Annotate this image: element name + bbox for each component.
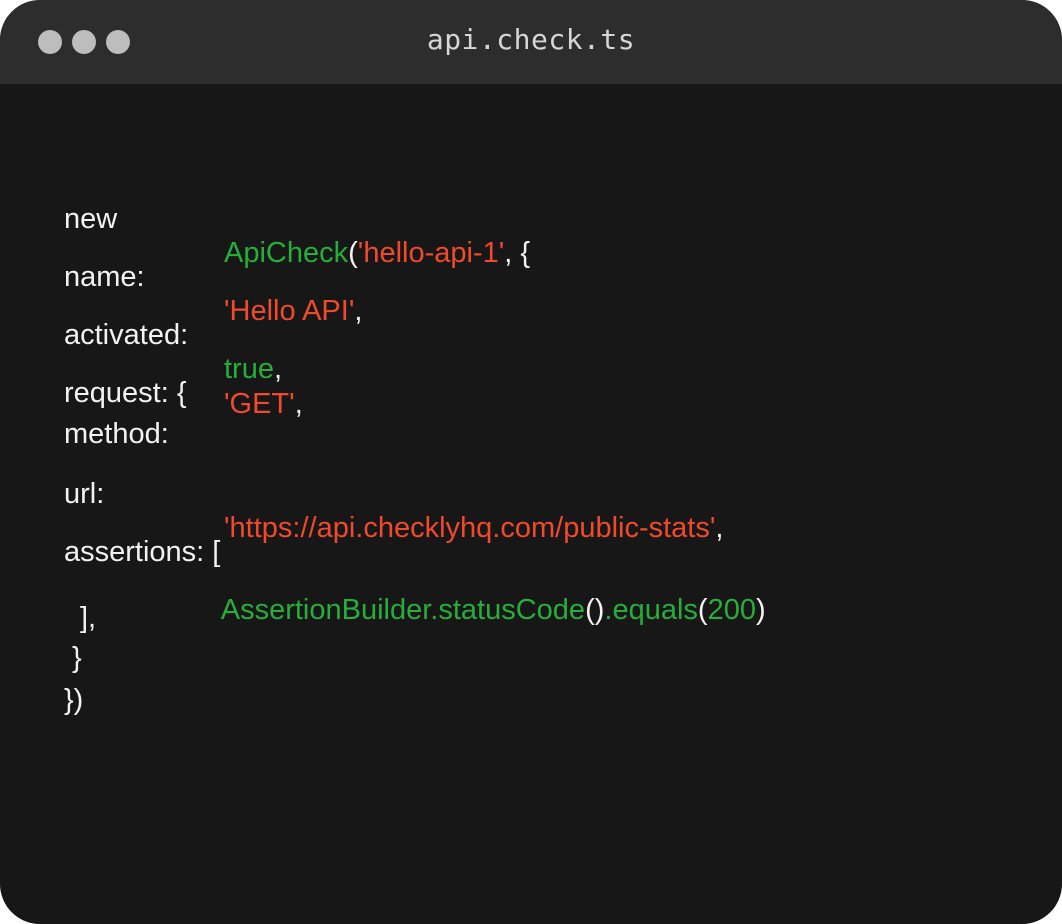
punctuation: , — [294, 388, 303, 420]
property-value: 'Hello API', — [224, 294, 362, 328]
code-line-8: AssertionBuilder.statusCode().equals(200… — [174, 559, 766, 661]
string-literal: 'Hello API' — [224, 295, 355, 327]
punctuation: , — [715, 512, 724, 544]
property-value: 'https://api.checklyhq.com/public-stats'… — [224, 511, 723, 545]
code-line-10: } — [72, 642, 82, 674]
function-name: ApiCheck — [224, 237, 349, 269]
open-paren: ( — [697, 594, 708, 626]
string-literal: 'https://api.checklyhq.com/public-stats' — [224, 512, 716, 544]
punctuation: , { — [504, 237, 531, 269]
window-title: api.check.ts — [426, 23, 636, 56]
editor-window: api.check.ts new ApiCheck('hello-api-1',… — [0, 0, 1062, 924]
function-call: AssertionBuilder.statusCode — [220, 594, 586, 626]
punctuation: { — [168, 377, 187, 409]
punctuation: , — [273, 353, 283, 385]
method-call: .equals — [604, 594, 698, 626]
string-literal: 'GET' — [224, 388, 295, 420]
parentheses: () — [585, 594, 605, 626]
number-literal: 200 — [707, 594, 756, 626]
boolean-literal: true — [224, 353, 274, 385]
open-paren: ( — [348, 237, 358, 269]
punctuation: , — [354, 295, 363, 327]
code-line-9: ], — [80, 602, 97, 634]
title-bar: api.check.ts — [0, 0, 1062, 84]
close-paren: ) — [755, 594, 766, 626]
property-value: true, — [224, 352, 282, 386]
property-value: 'GET', — [224, 387, 303, 421]
string-literal: 'hello-api-1' — [357, 237, 505, 269]
code-line-11: }) — [64, 684, 84, 716]
code-line-7: assertions: [ — [64, 501, 220, 603]
call-expression: ApiCheck('hello-api-1', { — [224, 236, 530, 270]
